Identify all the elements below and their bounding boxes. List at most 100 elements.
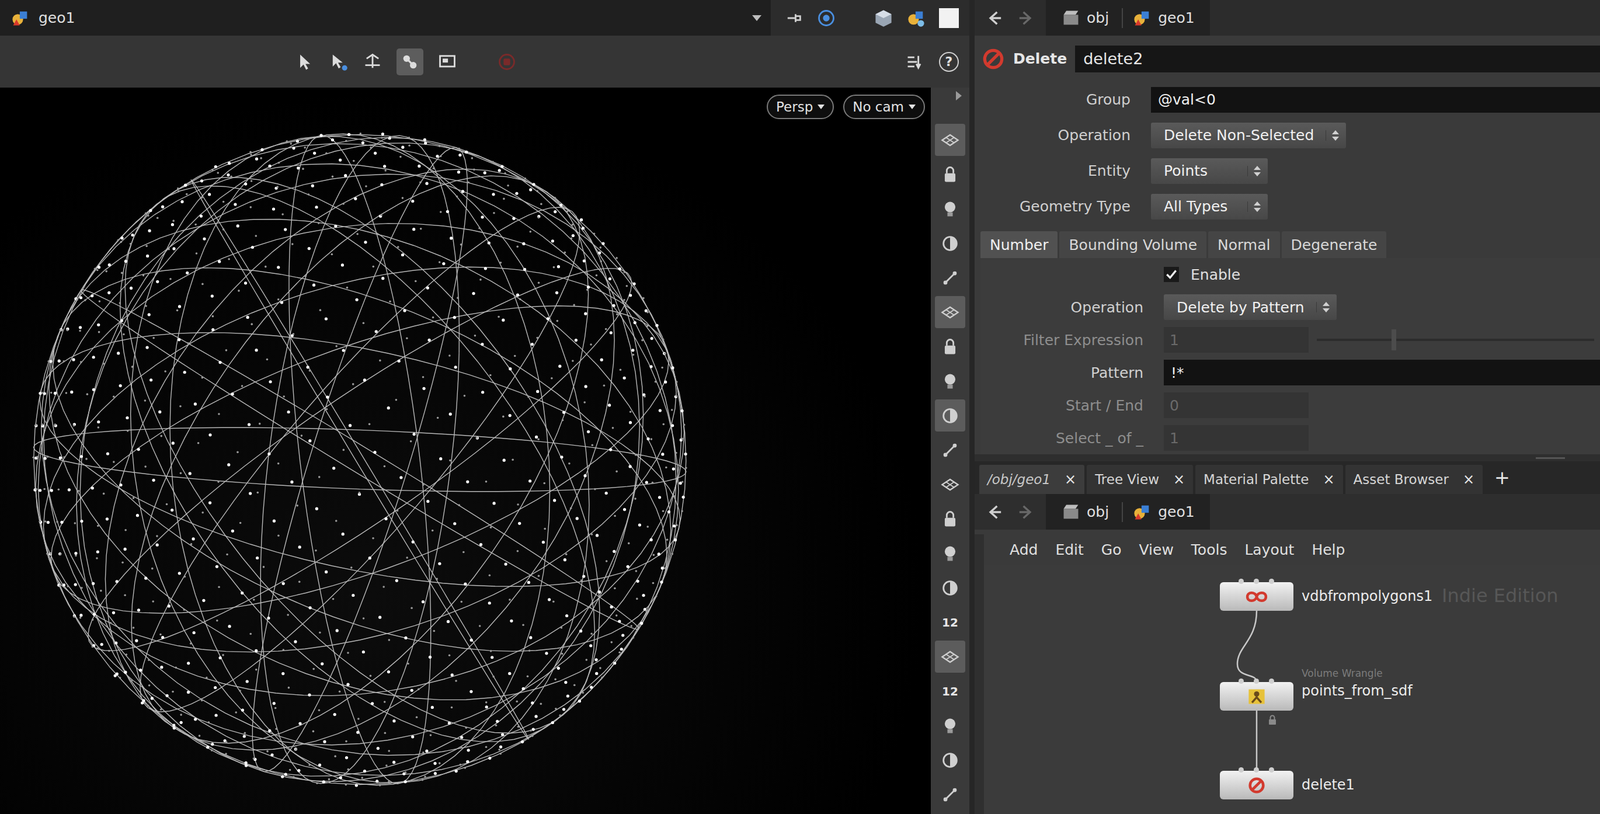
display-toolbar-button[interactable] bbox=[934, 296, 966, 329]
network-canvas[interactable]: Indie Editionvdbfrompolygons1Volume Wran… bbox=[974, 564, 1600, 814]
check-icon bbox=[1164, 268, 1178, 281]
checkbox[interactable]: Enable bbox=[1163, 266, 1241, 284]
parameter-tab[interactable]: Degenerate bbox=[1281, 231, 1387, 259]
breadcrumb[interactable]: obj bbox=[1051, 502, 1119, 523]
viewport[interactable]: Persp No cam bbox=[0, 87, 931, 814]
display-toolbar-button[interactable] bbox=[934, 778, 966, 811]
menu-item[interactable]: Layout bbox=[1244, 541, 1295, 559]
node-name-field[interactable]: delete2 bbox=[1075, 45, 1600, 73]
breadcrumb[interactable]: obj bbox=[1051, 8, 1119, 29]
menu-field[interactable]: Delete Non-Selected bbox=[1150, 122, 1346, 149]
display-toolbar-button[interactable] bbox=[934, 709, 966, 742]
menu-item[interactable]: Help bbox=[1311, 541, 1345, 559]
parameter-tab[interactable]: Bounding Volume bbox=[1059, 231, 1207, 259]
transform-icon[interactable] bbox=[362, 51, 383, 72]
number-field[interactable]: 1 bbox=[1163, 425, 1309, 451]
display-toolbar-button[interactable]: 12 bbox=[934, 606, 966, 639]
back-icon[interactable] bbox=[985, 8, 1005, 29]
parameter-label: Geometry Type bbox=[974, 197, 1151, 215]
stop-icon[interactable] bbox=[496, 51, 517, 72]
display-toolbar-button[interactable]: 12 bbox=[934, 675, 966, 708]
network-node[interactable] bbox=[1219, 582, 1294, 611]
close-tab-button[interactable]: × bbox=[1064, 471, 1077, 488]
close-tab-button[interactable]: × bbox=[1322, 471, 1335, 488]
node-label: vdbfrompolygons1 bbox=[1301, 588, 1433, 605]
delete-icon bbox=[1243, 775, 1271, 796]
breadcrumb[interactable]: geo1 bbox=[1121, 8, 1204, 29]
cube-icon[interactable] bbox=[873, 8, 894, 29]
horizontal-splitter[interactable] bbox=[974, 454, 1600, 462]
forward-icon[interactable] bbox=[1015, 8, 1036, 29]
menu-field[interactable]: Delete by Pattern bbox=[1163, 294, 1337, 320]
target-icon[interactable] bbox=[816, 8, 837, 29]
menu-field[interactable]: All Types bbox=[1150, 193, 1268, 220]
text-field[interactable]: @val<0 bbox=[1150, 87, 1600, 113]
menu-item[interactable]: View bbox=[1139, 541, 1174, 559]
shading-icon bbox=[940, 578, 960, 598]
background-toggle-icon[interactable] bbox=[938, 8, 959, 29]
view-menu-button[interactable]: No cam bbox=[843, 94, 925, 120]
menu-arrows-icon bbox=[1247, 165, 1261, 177]
slider-track[interactable] bbox=[1316, 338, 1595, 342]
display-toolbar-button[interactable] bbox=[934, 261, 966, 294]
display-toolbar-button[interactable] bbox=[934, 227, 966, 260]
menu-item[interactable]: Edit bbox=[1055, 541, 1084, 559]
display-toolbar-button[interactable] bbox=[934, 364, 966, 398]
help-button[interactable]: ? bbox=[938, 51, 959, 72]
breadcrumbs: objgeo1 bbox=[1045, 0, 1210, 36]
text-field[interactable]: !* bbox=[1163, 359, 1600, 386]
display-toolbar-button[interactable] bbox=[934, 123, 966, 156]
pin-icon[interactable] bbox=[783, 8, 804, 29]
pane-tab[interactable]: Material Palette× bbox=[1195, 464, 1344, 495]
slider-value-field[interactable]: 1 bbox=[1163, 327, 1309, 353]
network-node[interactable] bbox=[1219, 682, 1294, 711]
menu-item[interactable]: Tools bbox=[1191, 541, 1228, 559]
node-label: Volume Wranglepoints_from_sdf bbox=[1301, 667, 1413, 699]
forward-icon[interactable] bbox=[1015, 502, 1036, 523]
back-icon[interactable] bbox=[985, 502, 1005, 523]
display-toolbar-button[interactable] bbox=[934, 433, 966, 466]
close-tab-button[interactable]: × bbox=[1462, 471, 1475, 488]
display-toolbar-button[interactable] bbox=[934, 158, 966, 191]
display-options-icon[interactable] bbox=[905, 51, 925, 72]
display-toolbar-button[interactable] bbox=[934, 192, 966, 225]
viewer-path-field[interactable]: geo1 bbox=[0, 0, 771, 36]
viewer-path-bar: geo1 bbox=[0, 0, 970, 36]
pane-tab[interactable]: /obj/geo1× bbox=[979, 464, 1085, 495]
view-menu-button[interactable]: Persp bbox=[766, 94, 834, 120]
display-toolbar-button[interactable] bbox=[934, 743, 966, 777]
menu-field[interactable]: Points bbox=[1150, 158, 1268, 184]
viewer-toolbar: ? bbox=[0, 35, 970, 88]
display-toolbar-button[interactable] bbox=[934, 330, 966, 363]
network-node[interactable] bbox=[1219, 770, 1294, 800]
select-object-icon[interactable] bbox=[328, 51, 349, 72]
toolbar-expand-icon[interactable] bbox=[955, 91, 962, 101]
pane-splitter[interactable] bbox=[969, 0, 975, 814]
slider[interactable]: 1 bbox=[1163, 327, 1600, 353]
display-icon[interactable] bbox=[437, 51, 458, 72]
parameter-tab[interactable]: Number bbox=[980, 231, 1058, 259]
pane-tab[interactable]: Tree View× bbox=[1086, 464, 1193, 495]
obj-icon bbox=[1061, 8, 1081, 29]
display-toolbar-button[interactable] bbox=[934, 571, 966, 604]
display-toolbar-button[interactable] bbox=[934, 399, 966, 432]
delete-node-icon bbox=[981, 47, 1005, 71]
parameter-tab[interactable]: Normal bbox=[1208, 231, 1280, 259]
close-tab-button[interactable]: × bbox=[1173, 471, 1185, 488]
display-toolbar-button[interactable] bbox=[934, 537, 966, 570]
add-tab-button[interactable]: + bbox=[1484, 466, 1520, 489]
path-dropdown-icon[interactable] bbox=[752, 15, 762, 22]
menu-item[interactable]: Go bbox=[1101, 541, 1122, 559]
number-field[interactable]: 0 bbox=[1163, 392, 1309, 419]
display-toolbar-button[interactable] bbox=[934, 502, 966, 535]
menu-item[interactable]: Add bbox=[1009, 541, 1038, 559]
snap-toggle[interactable] bbox=[396, 48, 424, 76]
select-arrow-icon[interactable] bbox=[294, 51, 315, 72]
display-toolbar-button[interactable] bbox=[934, 640, 966, 673]
slider-handle[interactable] bbox=[1391, 329, 1397, 351]
breadcrumbs: objgeo1 bbox=[1045, 494, 1210, 530]
display-toolbar-button[interactable] bbox=[934, 468, 966, 501]
pane-tab[interactable]: Asset Browser× bbox=[1345, 464, 1484, 495]
object-geo-icon[interactable] bbox=[906, 8, 927, 29]
breadcrumb[interactable]: geo1 bbox=[1121, 502, 1204, 523]
